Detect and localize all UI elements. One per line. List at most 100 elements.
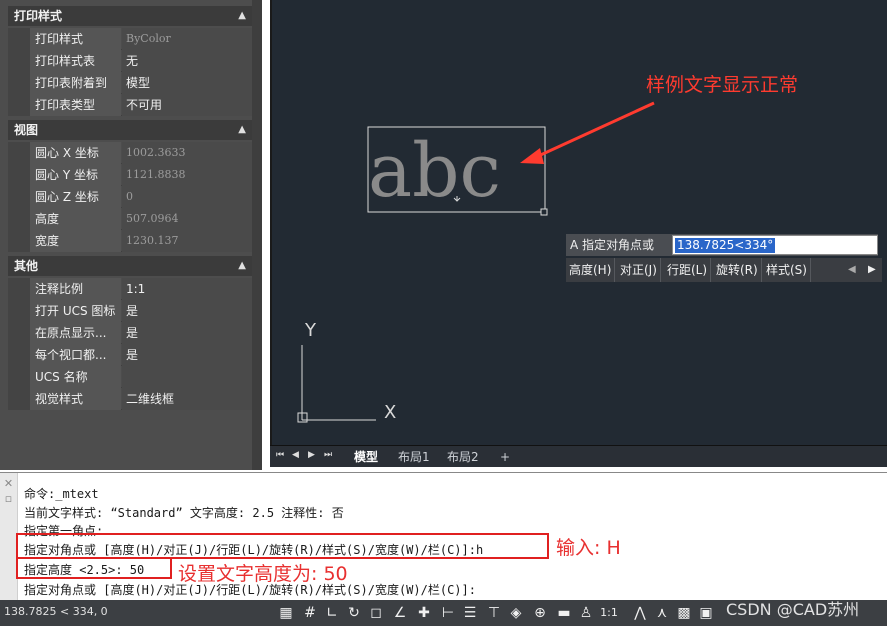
section-header[interactable]: 其他 ▲ — [8, 256, 252, 276]
grid-icon[interactable]: ▦ — [276, 603, 296, 623]
annotation-scale-value[interactable]: 1:1 — [594, 603, 624, 623]
property-value[interactable]: 二维线框 — [122, 388, 252, 410]
drawing-canvas[interactable]: abc Y X — [270, 0, 887, 445]
dynamic-option[interactable]: 旋转(R) — [713, 258, 762, 282]
collapse-icon[interactable]: ▲ — [238, 120, 246, 140]
property-name: 圆心 Z 坐标 — [30, 186, 121, 208]
property-row[interactable]: 每个视口都... 是 — [8, 344, 252, 366]
property-row[interactable]: 视觉样式 二维线框 — [8, 388, 252, 410]
coordinate-readout: 138.7825 < 334, 0 — [4, 605, 108, 618]
polar-icon[interactable]: ↻ — [344, 603, 364, 623]
properties-panel: 打印样式 ▲ 打印样式 ByColor 打印样式表无打印表附着到 模型 打印表类型 不可用 视图… — [0, 0, 262, 470]
dynamic-option[interactable]: 样式(S) — [763, 258, 811, 282]
property-row[interactable]: 在原点显示... 是 — [8, 322, 252, 344]
options-prev-icon[interactable]: ◀ — [848, 258, 856, 282]
last-tab-icon[interactable]: ⏭ — [324, 450, 332, 460]
prev-tab-icon[interactable]: ◀ — [292, 450, 299, 460]
property-name: 高度 — [30, 208, 121, 230]
viewport-icon[interactable]: ▬ — [554, 603, 574, 623]
annotation-scale-icon[interactable]: ♙ — [576, 603, 596, 623]
first-tab-icon[interactable]: ⏮ — [276, 450, 284, 460]
row-gutter — [8, 322, 30, 344]
dynamic-option[interactable]: 高度(H) — [566, 258, 616, 282]
canvas-graphics: abc Y X — [297, 101, 655, 423]
layout-tab-bar: ⏮ ◀ ▶ ⏭ 模型 布局1 布局2 + — [270, 445, 887, 467]
section-title: 打印样式 — [14, 9, 63, 23]
property-row[interactable]: 圆心 Z 坐标 0 — [8, 186, 252, 208]
property-row[interactable]: 打开 UCS 图标是 — [8, 300, 252, 322]
collapse-icon[interactable]: ▲ — [238, 6, 246, 26]
zoom-icon[interactable]: ⊕ — [530, 603, 550, 623]
close-icon[interactable]: ✕ — [0, 477, 17, 490]
property-value[interactable]: 是 — [122, 344, 252, 366]
property-value[interactable]: 不可用 — [122, 94, 252, 116]
highlight-box-input — [16, 533, 549, 559]
property-name: UCS 名称 — [30, 366, 121, 388]
section-header[interactable]: 打印样式 ▲ — [8, 6, 252, 26]
selection-cycling-icon[interactable]: ☰ — [460, 603, 480, 623]
property-name: 圆心 Y 坐标 — [30, 164, 121, 186]
snap-icon[interactable]: # — [300, 603, 320, 623]
layers-icon[interactable]: ◈ — [506, 603, 526, 623]
properties-scrollbar[interactable] — [252, 0, 262, 470]
property-value[interactable]: 1121.8838 — [122, 164, 252, 186]
clean-screen-icon[interactable]: ▣ — [696, 603, 716, 623]
property-name: 宽度 — [30, 230, 121, 252]
property-name: 注释比例 — [30, 278, 121, 300]
options-next-icon[interactable]: ▶ — [868, 258, 876, 282]
property-row[interactable]: 高度 507.0964 — [8, 208, 252, 230]
property-row[interactable]: 打印样式 ByColor — [8, 28, 252, 50]
row-gutter — [8, 28, 30, 50]
input-annotation: 输入: H — [556, 537, 621, 559]
tab-add[interactable]: + — [496, 447, 514, 467]
row-gutter — [8, 142, 30, 164]
settings-icon[interactable]: ▫ — [0, 492, 17, 505]
height-annotation: 设置文字高度为: 50 — [178, 563, 348, 585]
property-value[interactable]: 0 — [122, 186, 252, 208]
property-row[interactable]: 打印样式表无 — [8, 50, 252, 72]
corner-grip[interactable] — [540, 208, 548, 216]
tab-model[interactable]: 模型 — [350, 447, 382, 467]
property-value[interactable]: 是 — [122, 300, 252, 322]
osnap-icon[interactable]: ◻ — [366, 603, 386, 623]
row-gutter — [8, 50, 30, 72]
tab-layout1[interactable]: 布局1 — [394, 447, 434, 467]
dynamic-input-field[interactable]: 138.7825<334° — [672, 235, 878, 255]
auto-scale-icon[interactable]: ⋏ — [652, 603, 672, 623]
property-value[interactable] — [122, 366, 252, 388]
property-value[interactable]: 无 — [122, 50, 252, 72]
next-tab-icon[interactable]: ▶ — [308, 450, 315, 460]
tab-layout2[interactable]: 布局2 — [443, 447, 483, 467]
row-gutter — [8, 164, 30, 186]
property-value[interactable]: 1:1 — [122, 278, 252, 300]
collapse-icon[interactable]: ▲ — [238, 256, 246, 276]
property-value[interactable]: 模型 — [122, 72, 252, 94]
dynamic-option[interactable]: 对正(J) — [617, 258, 661, 282]
property-row[interactable]: 注释比例 1:1 — [8, 278, 252, 300]
annotation-visibility-icon[interactable]: ⋀ — [630, 603, 650, 623]
otrack-icon[interactable]: ∠ — [390, 603, 410, 623]
property-row[interactable]: 宽度 1230.137 — [8, 230, 252, 252]
property-row[interactable]: UCS 名称 — [8, 366, 252, 388]
ortho-icon[interactable]: ∟ — [322, 603, 342, 623]
transparency-icon[interactable]: ⊢ — [438, 603, 458, 623]
property-row[interactable]: 圆心 Y 坐标 1121.8838 — [8, 164, 252, 186]
command-window[interactable]: ✕ ▫ 命令:_mtext 当前文字样式: “Standard” 文字高度: 2… — [0, 472, 887, 601]
lineweight-icon[interactable]: ✚ — [414, 603, 434, 623]
section-header[interactable]: 视图 ▲ — [8, 120, 252, 140]
property-name: 在原点显示... — [30, 322, 121, 344]
property-row[interactable]: 打印表类型 不可用 — [8, 94, 252, 116]
dynamic-option[interactable]: 行距(L) — [664, 258, 712, 282]
annotation-arrow — [533, 101, 655, 160]
property-value[interactable]: 1230.137 — [122, 230, 252, 252]
ucs-x-label: X — [384, 402, 396, 423]
property-row[interactable]: 打印表附着到 模型 — [8, 72, 252, 94]
property-value[interactable]: ByColor — [122, 28, 252, 50]
hardware-accel-icon[interactable]: ▩ — [674, 603, 694, 623]
dynamic-input-prompt: A 指定对角点或 138.7825<334° — [566, 234, 878, 256]
property-value[interactable]: 507.0964 — [122, 208, 252, 230]
property-value[interactable]: 是 — [122, 322, 252, 344]
dynamic-ucs-icon[interactable]: ⊤ — [484, 603, 504, 623]
property-row[interactable]: 圆心 X 坐标 1002.3633 — [8, 142, 252, 164]
property-value[interactable]: 1002.3633 — [122, 142, 252, 164]
